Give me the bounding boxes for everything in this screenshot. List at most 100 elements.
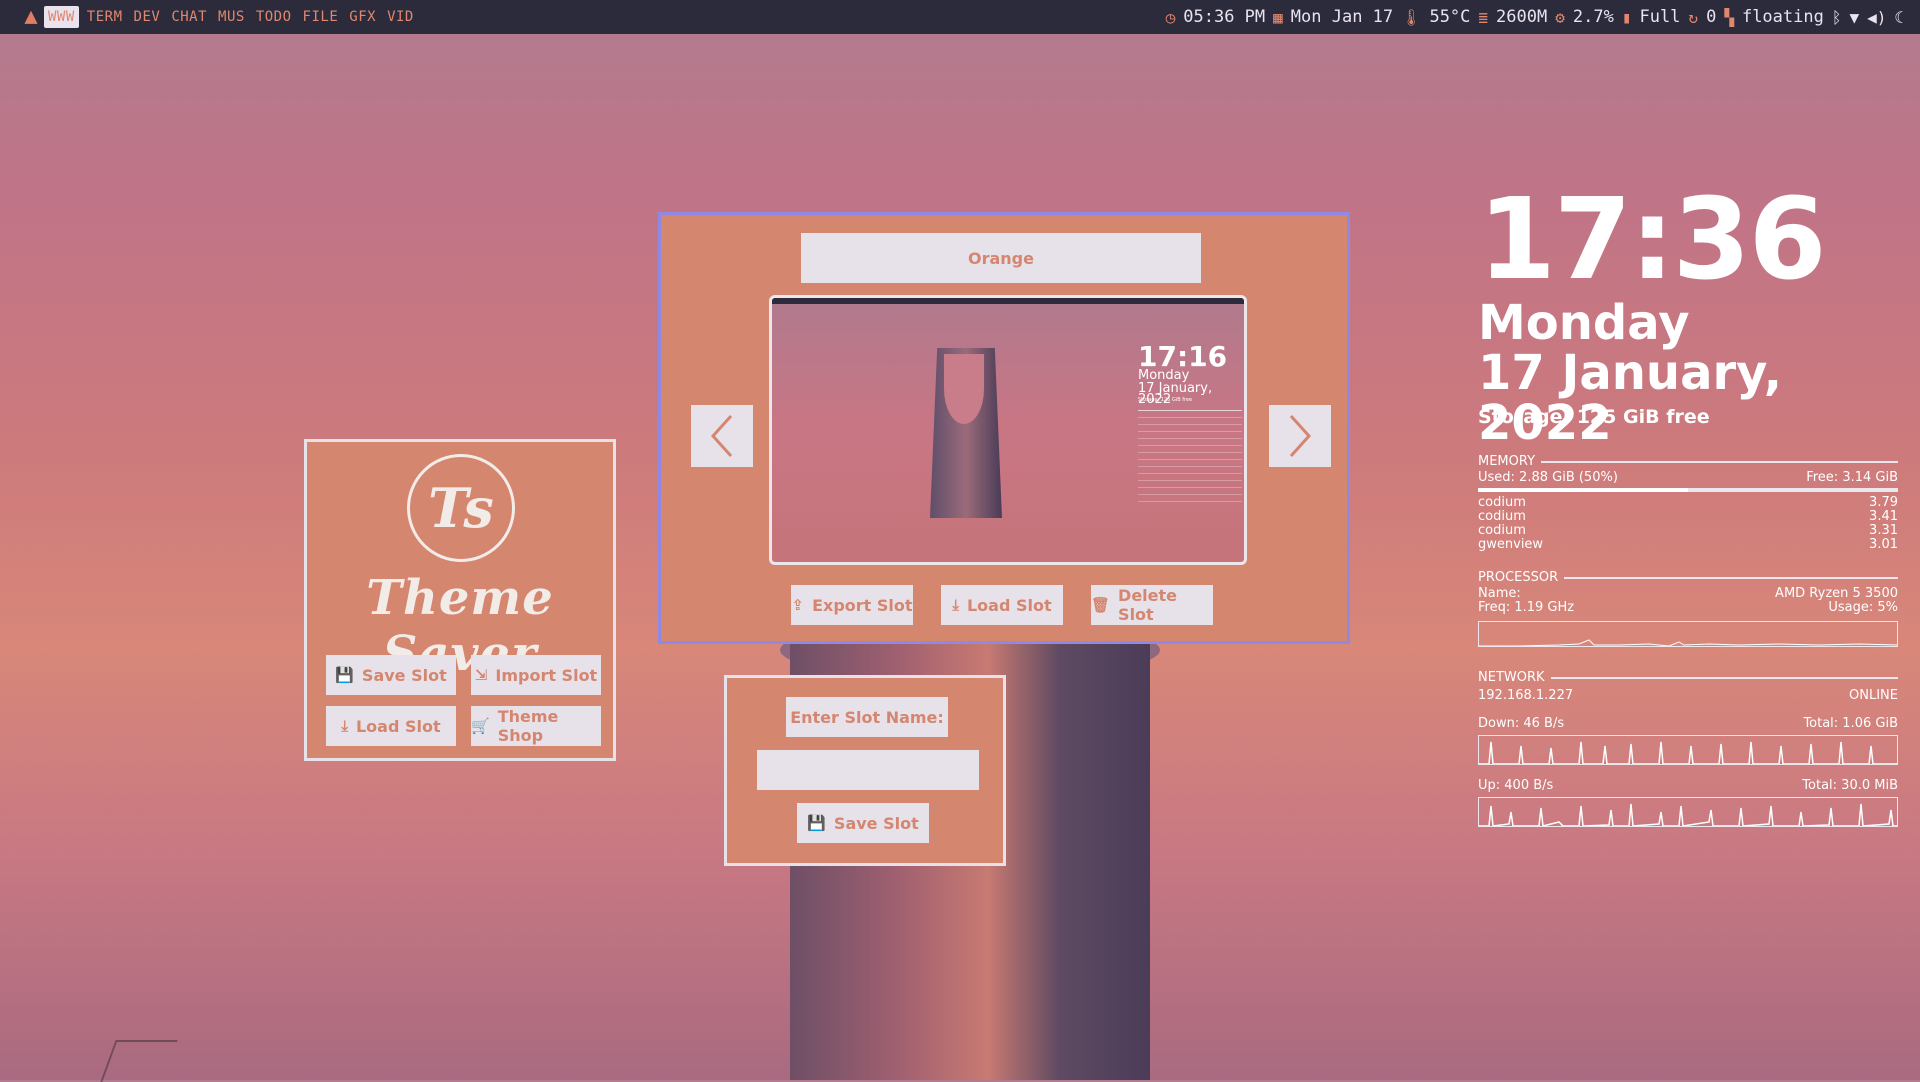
processor-section: PROCESSOR Name: AMD Ryzen 5 3500 Freq: 1… xyxy=(1478,570,1898,647)
processor-title-row: PROCESSOR xyxy=(1478,570,1898,585)
delete-slot-label: Delete Slot xyxy=(1118,586,1178,624)
workspace-file[interactable]: FILE xyxy=(300,6,342,28)
wallpaper-antenna xyxy=(100,1040,178,1082)
theme-saver-panel: Ts Theme Saver 💾 Save Slot ⇲ Import Slot… xyxy=(304,439,616,761)
status-cpu: 2.7% xyxy=(1572,7,1614,27)
preview-top-bar xyxy=(772,298,1244,304)
download-icon: ⤓ xyxy=(341,717,348,735)
previous-slot-button[interactable] xyxy=(691,405,753,467)
chevron-right-icon xyxy=(1289,414,1312,458)
night-mode-icon[interactable]: ☾ xyxy=(1894,8,1904,27)
download-icon: ⤓ xyxy=(952,596,959,614)
process-row: codium 3.41 xyxy=(1478,510,1898,524)
process-name: codium xyxy=(1478,523,1526,538)
theme-saver-logo: Ts xyxy=(407,454,515,562)
slot-name-field: Orange xyxy=(801,233,1201,283)
status-area: ◷ 05:36 PM ▦ Mon Jan 17 🌡 55°C ≣ 2600M ⚙… xyxy=(1166,7,1904,27)
volume-icon[interactable]: ◀) xyxy=(1867,8,1886,27)
save-slot-label: Save Slot xyxy=(361,665,447,685)
preview-day: Monday xyxy=(1138,368,1190,383)
status-layout[interactable]: floating xyxy=(1742,7,1824,27)
viewer-load-slot-button[interactable]: ⤓ Load Slot xyxy=(941,585,1063,625)
next-slot-button[interactable] xyxy=(1269,405,1331,467)
workspace-vid[interactable]: VID xyxy=(384,6,417,28)
chevron-left-icon xyxy=(710,414,733,458)
clock-icon: ◷ xyxy=(1165,7,1176,27)
cart-icon: 🛒 xyxy=(471,717,490,735)
cpu-graph-line xyxy=(1479,639,1897,646)
memory-bar xyxy=(1478,488,1898,492)
status-temp: 55°C xyxy=(1429,7,1471,27)
floppy-disk-icon: 💾 xyxy=(807,814,826,832)
network-ip: 192.168.1.227 xyxy=(1478,688,1574,703)
processor-freq-row: Freq: 1.19 GHz Usage: 5% xyxy=(1478,601,1898,615)
slot-name-input[interactable] xyxy=(757,750,979,790)
network-ip-row: 192.168.1.227 ONLINE xyxy=(1478,689,1898,703)
memory-rule xyxy=(1541,460,1898,463)
processor-name-value: AMD Ryzen 5 3500 xyxy=(1775,586,1898,601)
conky-date: 17 January, 2022 xyxy=(1478,345,1782,451)
enter-slot-name-text: Enter Slot Name: xyxy=(790,707,944,727)
dialog-save-slot-button[interactable]: 💾 Save Slot xyxy=(797,803,929,843)
bluetooth-icon[interactable]: ᛒ xyxy=(1832,8,1842,27)
workspace-todo[interactable]: TODO xyxy=(253,6,295,28)
process-name: gwenview xyxy=(1478,537,1544,552)
workspace-www[interactable]: WWW xyxy=(44,6,79,28)
workspace-gfx[interactable]: GFX xyxy=(346,6,379,28)
memory-title: MEMORY xyxy=(1478,454,1536,469)
upload-graph xyxy=(1478,797,1898,827)
theme-shop-button[interactable]: 🛒 Theme Shop xyxy=(471,706,601,746)
top-bar: ▲ WWW TERM DEV CHAT MUS TODO FILE GFX VI… xyxy=(0,0,1920,34)
download-graph xyxy=(1478,735,1898,765)
battery-icon: ▮ xyxy=(1621,7,1632,27)
network-rule xyxy=(1550,676,1898,679)
updates-icon: ↻ xyxy=(1688,7,1699,27)
load-slot-button[interactable]: ⤓ Load Slot xyxy=(326,706,456,746)
network-title-row: NETWORK xyxy=(1478,670,1898,685)
processor-name-row: Name: AMD Ryzen 5 3500 xyxy=(1478,587,1898,601)
preview-tower-hole xyxy=(944,354,984,424)
status-updates[interactable]: 0 xyxy=(1706,7,1716,27)
workspace-mus[interactable]: MUS xyxy=(215,6,248,28)
import-slot-label: Import Slot xyxy=(495,665,598,685)
save-slot-dialog: Enter Slot Name: 💾 Save Slot xyxy=(724,675,1006,866)
workspace-dev[interactable]: DEV xyxy=(131,6,164,28)
export-slot-button[interactable]: ⇪ Export Slot xyxy=(791,585,913,625)
preview-storage: Storage: 125 GiB free xyxy=(1138,397,1193,403)
wifi-icon[interactable]: ▼ xyxy=(1849,8,1859,27)
load-slot-label: Load Slot xyxy=(355,716,441,736)
layout-icon: ▚ xyxy=(1724,7,1734,27)
floppy-disk-icon: 💾 xyxy=(335,666,354,684)
memory-title-row: MEMORY xyxy=(1478,454,1898,469)
download-graph-line xyxy=(1479,741,1897,764)
processor-usage: Usage: 5% xyxy=(1828,600,1898,615)
network-up: Up: 400 B/s xyxy=(1478,778,1554,793)
cpu-icon: ⚙ xyxy=(1555,7,1565,27)
import-slot-button[interactable]: ⇲ Import Slot xyxy=(471,655,601,695)
process-row: codium 3.79 xyxy=(1478,496,1898,510)
slot-viewer-panel: Orange 17:16 Monday 17 January, 2022 Sto… xyxy=(658,212,1350,644)
upload-graph-line xyxy=(1479,803,1897,826)
arch-logo-icon[interactable]: ▲ xyxy=(18,4,44,30)
processor-title: PROCESSOR xyxy=(1478,570,1559,585)
process-row: gwenview 3.01 xyxy=(1478,538,1898,552)
workspace-chat[interactable]: CHAT xyxy=(168,6,210,28)
network-down-total: Total: 1.06 GiB xyxy=(1803,716,1898,731)
save-slot-button[interactable]: 💾 Save Slot xyxy=(326,655,456,695)
thermometer-icon: 🌡 xyxy=(1401,7,1422,27)
slot-preview-image: 17:16 Monday 17 January, 2022 Storage: 1… xyxy=(769,295,1247,565)
process-name: codium xyxy=(1478,509,1526,524)
status-time[interactable]: 05:36 PM xyxy=(1183,7,1265,27)
conky-widget: 17:36 Monday 17 January, 2022 Storage: 1… xyxy=(1478,175,1898,830)
theme-shop-label: Theme Shop xyxy=(497,707,559,745)
delete-slot-button[interactable]: 🗑 Delete Slot xyxy=(1091,585,1213,625)
network-up-row: Up: 400 B/s Total: 30.0 MiB xyxy=(1478,779,1898,793)
conky-clock: 17:36 xyxy=(1478,175,1827,305)
process-value: 3.79 xyxy=(1869,495,1898,510)
export-icon: ⇪ xyxy=(791,596,805,614)
status-date[interactable]: Mon Jan 17 xyxy=(1291,7,1393,27)
network-status: ONLINE xyxy=(1849,688,1898,703)
enter-slot-name-label: Enter Slot Name: xyxy=(786,697,948,737)
workspace-term[interactable]: TERM xyxy=(84,6,126,28)
memory-section: MEMORY Used: 2.88 GiB (50%) Free: 3.14 G… xyxy=(1478,454,1898,552)
